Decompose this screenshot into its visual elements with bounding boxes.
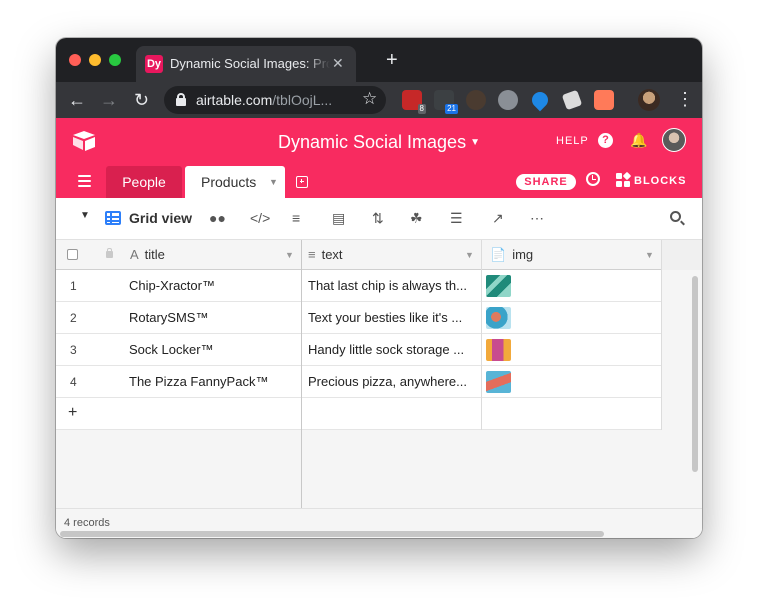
table-row[interactable]: 2 RotarySMS™ Text your besties like it's… bbox=[56, 302, 662, 334]
grid-view-icon bbox=[105, 211, 121, 225]
title-cell[interactable]: Chip-Xractor™ bbox=[129, 278, 215, 293]
column-header-img[interactable]: 📄 img bbox=[490, 240, 533, 270]
row-number: 1 bbox=[70, 279, 77, 293]
extension-icon[interactable]: 21 bbox=[434, 90, 458, 114]
reload-icon[interactable]: ↻ bbox=[134, 90, 149, 110]
blocks-icon[interactable] bbox=[616, 171, 632, 187]
color-bucket-icon[interactable]: ☘ bbox=[410, 210, 423, 226]
add-table-icon[interactable] bbox=[296, 176, 308, 188]
blocks-button[interactable]: BLOCKS bbox=[634, 175, 686, 187]
select-all-checkbox[interactable] bbox=[67, 249, 78, 260]
frozen-column-divider bbox=[301, 240, 302, 538]
table-tab-people[interactable]: People bbox=[106, 166, 182, 198]
title-cell[interactable]: RotarySMS™ bbox=[129, 310, 208, 325]
text-cell[interactable]: Handy little sock storage ... bbox=[308, 342, 478, 357]
tab-title: Dynamic Social Images: Products bbox=[170, 56, 330, 71]
browser-tab[interactable]: Dy Dynamic Social Images: Products ✕ bbox=[136, 46, 356, 82]
chevron-down-icon[interactable]: ▼ bbox=[269, 166, 278, 198]
feather-extension-icon[interactable] bbox=[498, 90, 518, 110]
tab-strip: Dy Dynamic Social Images: Products ✕ + bbox=[56, 38, 702, 82]
user-avatar[interactable] bbox=[662, 128, 686, 152]
image-thumbnail[interactable] bbox=[486, 339, 511, 361]
grid-footer: 4 records bbox=[56, 508, 702, 538]
image-thumbnail[interactable] bbox=[486, 307, 511, 329]
title-cell[interactable]: Sock Locker™ bbox=[129, 342, 214, 357]
record-count: 4 records bbox=[64, 517, 110, 529]
notification-bell-icon[interactable]: 🔔 bbox=[630, 132, 647, 149]
text-cell[interactable]: Text your besties like it's ... bbox=[308, 310, 478, 325]
filter-icon[interactable]: ≡ bbox=[292, 210, 300, 226]
image-thumbnail[interactable] bbox=[486, 371, 511, 393]
row-number: 2 bbox=[70, 311, 77, 325]
url-text[interactable]: airtable.com/tblOojL... bbox=[196, 92, 332, 108]
table-tab-products[interactable]: Products ▼ bbox=[185, 166, 285, 198]
add-record-row[interactable]: + bbox=[56, 398, 662, 430]
tag-extension-icon[interactable] bbox=[561, 89, 583, 111]
primary-field-lock-icon bbox=[106, 248, 113, 258]
title-cell[interactable]: The Pizza FannyPack™ bbox=[129, 374, 268, 389]
browser-window: Dy Dynamic Social Images: Products ✕ + ←… bbox=[56, 38, 702, 538]
profile-avatar[interactable] bbox=[638, 89, 660, 111]
view-bar: ▼ Grid view ●● </> ≡ ▤ ⇅ ☘ ☰ ↗ ⋯ bbox=[56, 198, 702, 240]
hubspot-icon[interactable] bbox=[594, 90, 614, 110]
text-cell[interactable]: Precious pizza, anywhere... bbox=[308, 374, 478, 389]
bookmark-star-icon[interactable]: ☆ bbox=[362, 89, 377, 109]
back-arrow-icon[interactable]: ← bbox=[68, 90, 86, 110]
airtable-header: Dynamic Social Images ▼ HELP ? 🔔 People P… bbox=[56, 118, 702, 198]
help-label[interactable]: HELP bbox=[556, 135, 589, 147]
shield-extension-icon[interactable] bbox=[528, 88, 552, 112]
favicon-icon: Dy bbox=[145, 55, 163, 73]
table-row[interactable]: 1 Chip-Xractor™ That last chip is always… bbox=[56, 270, 662, 302]
attachment-icon: 📄 bbox=[490, 247, 507, 262]
sort-icon[interactable]: ⇅ bbox=[372, 210, 384, 226]
new-tab-button[interactable]: + bbox=[386, 50, 398, 70]
column-header-title[interactable]: Atitle bbox=[130, 240, 165, 270]
browser-toolbar: ← → ↻ airtable.com/tblOojL... ☆ 8 21 ⋮ bbox=[56, 82, 702, 118]
history-icon[interactable] bbox=[586, 172, 600, 186]
column-header-text[interactable]: ≡ text bbox=[308, 240, 343, 270]
text-cell[interactable]: That last chip is always th... bbox=[308, 278, 478, 293]
chevron-down-icon[interactable]: ▼ bbox=[465, 240, 474, 270]
text-icon: A bbox=[130, 247, 139, 262]
add-record-icon[interactable]: + bbox=[68, 404, 77, 422]
maximize-window-button[interactable] bbox=[109, 54, 121, 66]
row-number: 3 bbox=[70, 343, 77, 357]
table-row[interactable]: 3 Sock Locker™ Handy little sock storage… bbox=[56, 334, 662, 366]
collaborators-icon[interactable]: ●● bbox=[209, 210, 226, 226]
chrome-menu-icon[interactable]: ⋮ bbox=[676, 89, 694, 109]
minimize-window-button[interactable] bbox=[89, 54, 101, 66]
ublock-origin-icon[interactable]: 8 bbox=[402, 90, 426, 114]
vertical-scrollbar[interactable] bbox=[692, 276, 698, 472]
close-tab-icon[interactable]: ✕ bbox=[332, 55, 344, 72]
data-grid: Atitle ▼ ≡ text ▼ 📄 img ▼ 1 Chip-Xractor™ … bbox=[56, 240, 702, 538]
row-height-icon[interactable]: ☰ bbox=[450, 210, 463, 226]
chevron-down-icon[interactable]: ▼ bbox=[285, 240, 294, 270]
image-thumbnail[interactable] bbox=[486, 275, 511, 297]
view-name[interactable]: Grid view bbox=[129, 210, 192, 226]
help-icon[interactable]: ? bbox=[598, 133, 613, 148]
address-bar[interactable]: airtable.com/tblOojL... ☆ bbox=[164, 86, 386, 114]
close-window-button[interactable] bbox=[69, 54, 81, 66]
long-text-icon: ≡ bbox=[308, 247, 316, 262]
row-number: 4 bbox=[70, 375, 77, 389]
cat-extension-icon[interactable] bbox=[466, 90, 486, 110]
forward-arrow-icon[interactable]: → bbox=[100, 90, 118, 110]
group-icon[interactable]: ▤ bbox=[332, 210, 345, 226]
search-icon[interactable] bbox=[670, 211, 681, 222]
view-switcher-caret-icon[interactable]: ▼ bbox=[80, 210, 90, 221]
hide-fields-icon[interactable]: </> bbox=[250, 210, 270, 226]
grid-header: Atitle ▼ ≡ text ▼ 📄 img ▼ bbox=[56, 240, 702, 270]
share-view-icon[interactable]: ↗ bbox=[492, 210, 504, 226]
lock-icon bbox=[176, 93, 186, 106]
chevron-down-icon[interactable]: ▼ bbox=[645, 240, 654, 270]
table-row[interactable]: 4 The Pizza FannyPack™ Precious pizza, a… bbox=[56, 366, 662, 398]
chevron-down-icon: ▼ bbox=[470, 137, 480, 148]
hamburger-menu-icon[interactable] bbox=[78, 175, 92, 187]
horizontal-scrollbar[interactable] bbox=[60, 531, 604, 537]
more-options-icon[interactable]: ⋯ bbox=[530, 210, 544, 226]
tables-bar: People Products ▼ SHARE BLOCKS bbox=[56, 166, 702, 198]
share-button[interactable]: SHARE bbox=[516, 174, 576, 190]
